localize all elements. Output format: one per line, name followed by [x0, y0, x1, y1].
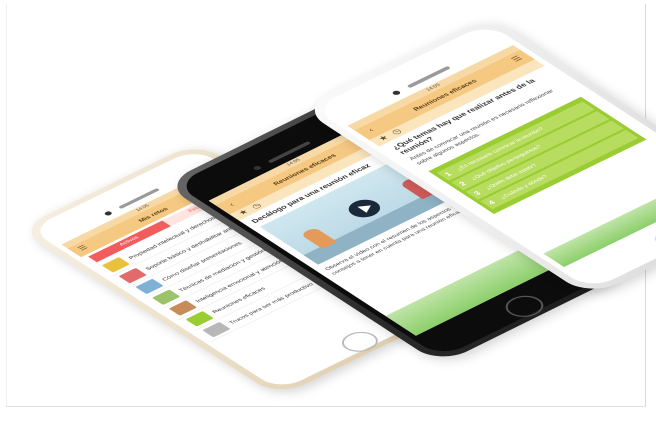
- home-button[interactable]: [647, 223, 656, 254]
- menu-icon[interactable]: ☰: [509, 54, 527, 64]
- back-icon[interactable]: ‹: [223, 200, 241, 210]
- option-number: 3: [471, 189, 483, 197]
- course-thumbnail: [202, 321, 231, 338]
- home-button[interactable]: [498, 291, 551, 322]
- camera-icon: [103, 210, 114, 217]
- camera-icon: [391, 89, 402, 96]
- image-frame: 14:05 ☰ Mis retos ⌕ Activos Finalizados …: [0, 0, 656, 423]
- option-number: 1: [442, 170, 454, 178]
- frame-edge-bottom: [6, 406, 646, 407]
- option-number: 4: [486, 199, 498, 206]
- back-icon[interactable]: ‹: [363, 125, 381, 135]
- menu-icon[interactable]: ☰: [75, 244, 92, 253]
- frame-edge-left: [6, 4, 7, 406]
- home-button[interactable]: [334, 327, 386, 356]
- option-number: 2: [457, 180, 469, 187]
- camera-icon: [252, 165, 263, 171]
